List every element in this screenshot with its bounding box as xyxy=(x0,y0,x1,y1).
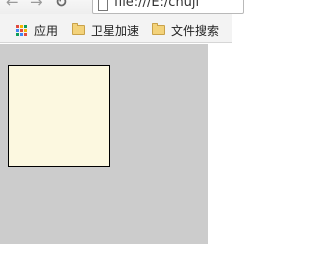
bookmark-folder-2-label: 文件搜索 xyxy=(171,23,220,38)
folder-icon xyxy=(72,23,85,35)
page-viewport xyxy=(0,44,232,266)
bookmark-apps-label: 应用 xyxy=(34,23,59,38)
browser-toolbar: ← → ↻ file:///E:/chuji xyxy=(0,0,244,14)
bookmark-folder-1-label: 卫星加速 xyxy=(91,23,140,38)
reload-icon[interactable]: ↻ xyxy=(55,0,68,11)
bookmark-apps[interactable]: 应用 xyxy=(16,22,58,38)
address-bar-url[interactable]: file:///E:/chuji xyxy=(114,0,199,11)
page-icon xyxy=(98,0,108,11)
address-bar[interactable]: file:///E:/chuji xyxy=(92,0,244,14)
bookmark-folder-2[interactable]: 文件搜索 xyxy=(152,22,219,38)
bookmarks-bar: 应用 卫星加速 文件搜索 xyxy=(0,14,232,43)
back-arrow-icon[interactable]: ← xyxy=(6,0,19,11)
bookmark-folder-1[interactable]: 卫星加速 xyxy=(72,22,139,38)
cream-box xyxy=(8,65,110,167)
forward-arrow-icon[interactable]: → xyxy=(30,0,43,11)
folder-icon xyxy=(152,23,165,35)
apps-grid-icon xyxy=(16,24,27,36)
gray-container xyxy=(0,44,208,244)
